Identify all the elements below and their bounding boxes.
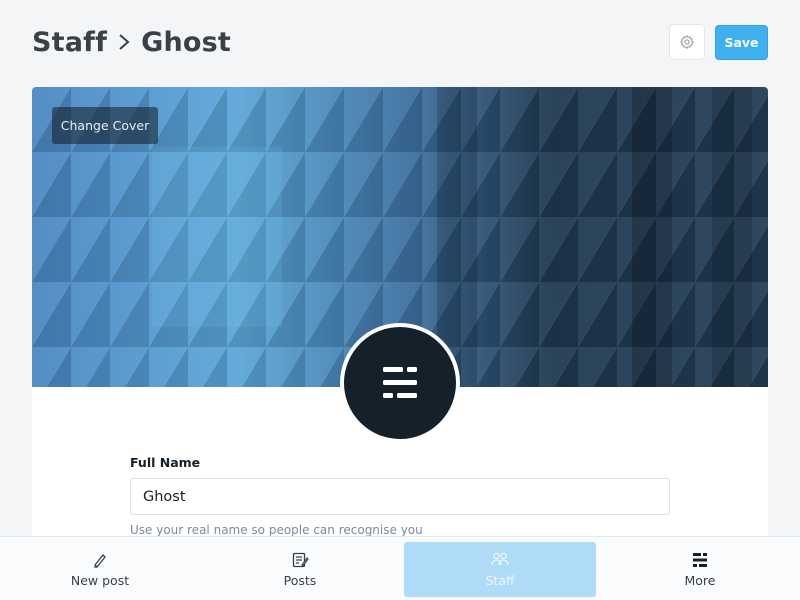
nav-new-post[interactable]: New post <box>0 537 200 600</box>
page-header: Staff Ghost Save <box>32 22 768 62</box>
settings-button[interactable] <box>669 24 705 60</box>
full-name-label: Full Name <box>130 455 201 470</box>
breadcrumb-staff-link[interactable]: Staff <box>32 27 107 58</box>
nav-posts[interactable]: Posts <box>200 537 400 600</box>
save-button[interactable]: Save <box>715 24 768 60</box>
profile-form: Full Name Ghost Use your real name so pe… <box>130 455 670 537</box>
nav-label: Staff <box>485 572 515 588</box>
more-icon <box>692 551 708 569</box>
chevron-right-icon <box>117 33 131 51</box>
page-title: Ghost <box>141 26 231 58</box>
avatar[interactable] <box>340 323 460 443</box>
change-cover-button[interactable]: Change Cover <box>52 107 158 144</box>
full-name-input[interactable]: Ghost <box>130 478 670 515</box>
full-name-hint: Use your real name so people can recogni… <box>130 523 423 537</box>
nav-label: Posts <box>283 572 317 588</box>
staff-card: Change Cover Full Name Ghost Use your re… <box>32 87 768 600</box>
pen-icon <box>92 551 108 569</box>
ghost-logo-icon <box>383 367 417 398</box>
gear-icon <box>680 35 694 49</box>
bottom-nav: New post Posts Staff More <box>0 536 800 600</box>
nav-label: New post <box>70 572 130 588</box>
staff-icon <box>491 551 509 569</box>
nav-label: More <box>684 572 716 588</box>
nav-staff[interactable]: Staff <box>400 537 600 600</box>
breadcrumb: Staff Ghost <box>32 27 231 58</box>
nav-more[interactable]: More <box>600 537 800 600</box>
header-actions: Save <box>669 24 768 60</box>
posts-icon <box>292 551 309 569</box>
